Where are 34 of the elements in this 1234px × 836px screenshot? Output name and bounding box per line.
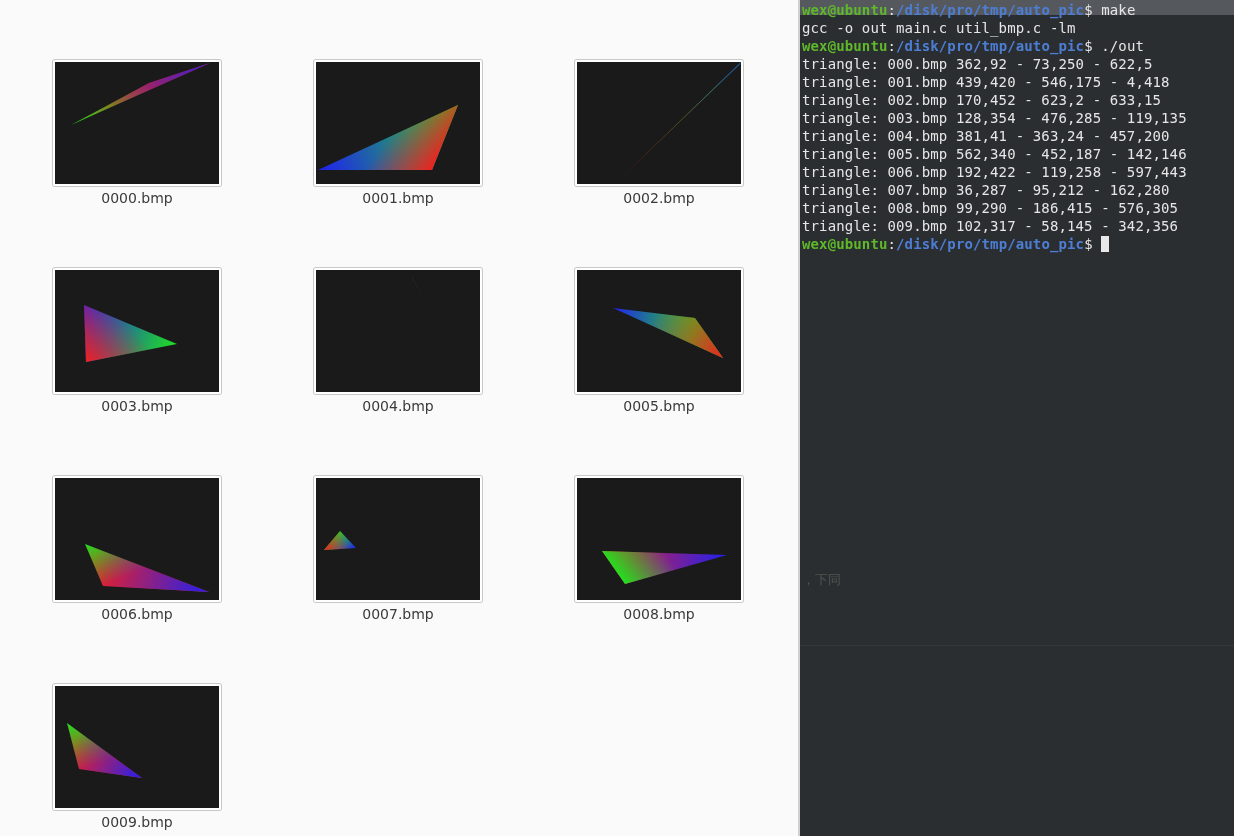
output-line: triangle: 001.bmp 439,420 - 546,175 - 4,418	[802, 73, 1171, 91]
image-thumbnail[interactable]	[575, 60, 743, 186]
file-name[interactable]: 0006.bmp	[101, 606, 173, 622]
output-line: triangle: 003.bmp 128,354 - 476,285 - 119,135	[802, 109, 1188, 127]
image-thumbnail[interactable]	[314, 268, 482, 394]
file-name[interactable]: 0000.bmp	[101, 190, 173, 206]
output-line: triangle: 007.bmp 36,287 - 95,212 - 162,280	[802, 181, 1171, 199]
image-thumbnail[interactable]	[314, 60, 482, 186]
output-line: triangle: 008.bmp 99,290 - 186,415 - 576,305	[802, 199, 1180, 217]
file-name[interactable]: 0001.bmp	[362, 190, 434, 206]
image-thumbnail[interactable]	[53, 268, 221, 394]
file-name[interactable]: 0002.bmp	[623, 190, 695, 206]
output-line: triangle: 004.bmp 381,41 - 363,24 - 457,200	[802, 127, 1171, 145]
file-name[interactable]: 0007.bmp	[362, 606, 434, 622]
image-thumbnail[interactable]	[53, 684, 221, 810]
file-name[interactable]: 0009.bmp	[101, 814, 173, 830]
file-name[interactable]: 0005.bmp	[623, 398, 695, 414]
prompt-line: wex@ubuntu:/disk/pro/tmp/auto_pic$ ./out	[802, 37, 1145, 55]
image-thumbnail[interactable]	[314, 476, 482, 602]
output-line: gcc -o out main.c util_bmp.c -lm	[802, 19, 1077, 37]
output-line: triangle: 005.bmp 562,340 - 452,187 - 142,146	[802, 145, 1188, 163]
prompt-line: wex@ubuntu:/disk/pro/tmp/auto_pic$ make	[802, 1, 1137, 19]
prompt-line: wex@ubuntu:/disk/pro/tmp/auto_pic$	[802, 235, 1234, 253]
file-name[interactable]: 0008.bmp	[623, 606, 695, 622]
output-line: triangle: 009.bmp 102,317 - 58,145 - 342,356	[802, 217, 1180, 235]
image-thumbnail[interactable]	[575, 268, 743, 394]
file-name[interactable]: 0003.bmp	[101, 398, 173, 414]
image-thumbnail[interactable]	[575, 476, 743, 602]
image-thumbnail[interactable]	[53, 476, 221, 602]
image-thumbnail[interactable]	[53, 60, 221, 186]
output-line: triangle: 006.bmp 192,422 - 119,258 - 597,443	[802, 163, 1188, 181]
output-line: triangle: 002.bmp 170,452 - 623,2 - 633,15	[802, 91, 1163, 109]
file-name[interactable]: 0004.bmp	[362, 398, 434, 414]
output-line: triangle: 000.bmp 362,92 - 73,250 - 622,5	[802, 55, 1154, 73]
